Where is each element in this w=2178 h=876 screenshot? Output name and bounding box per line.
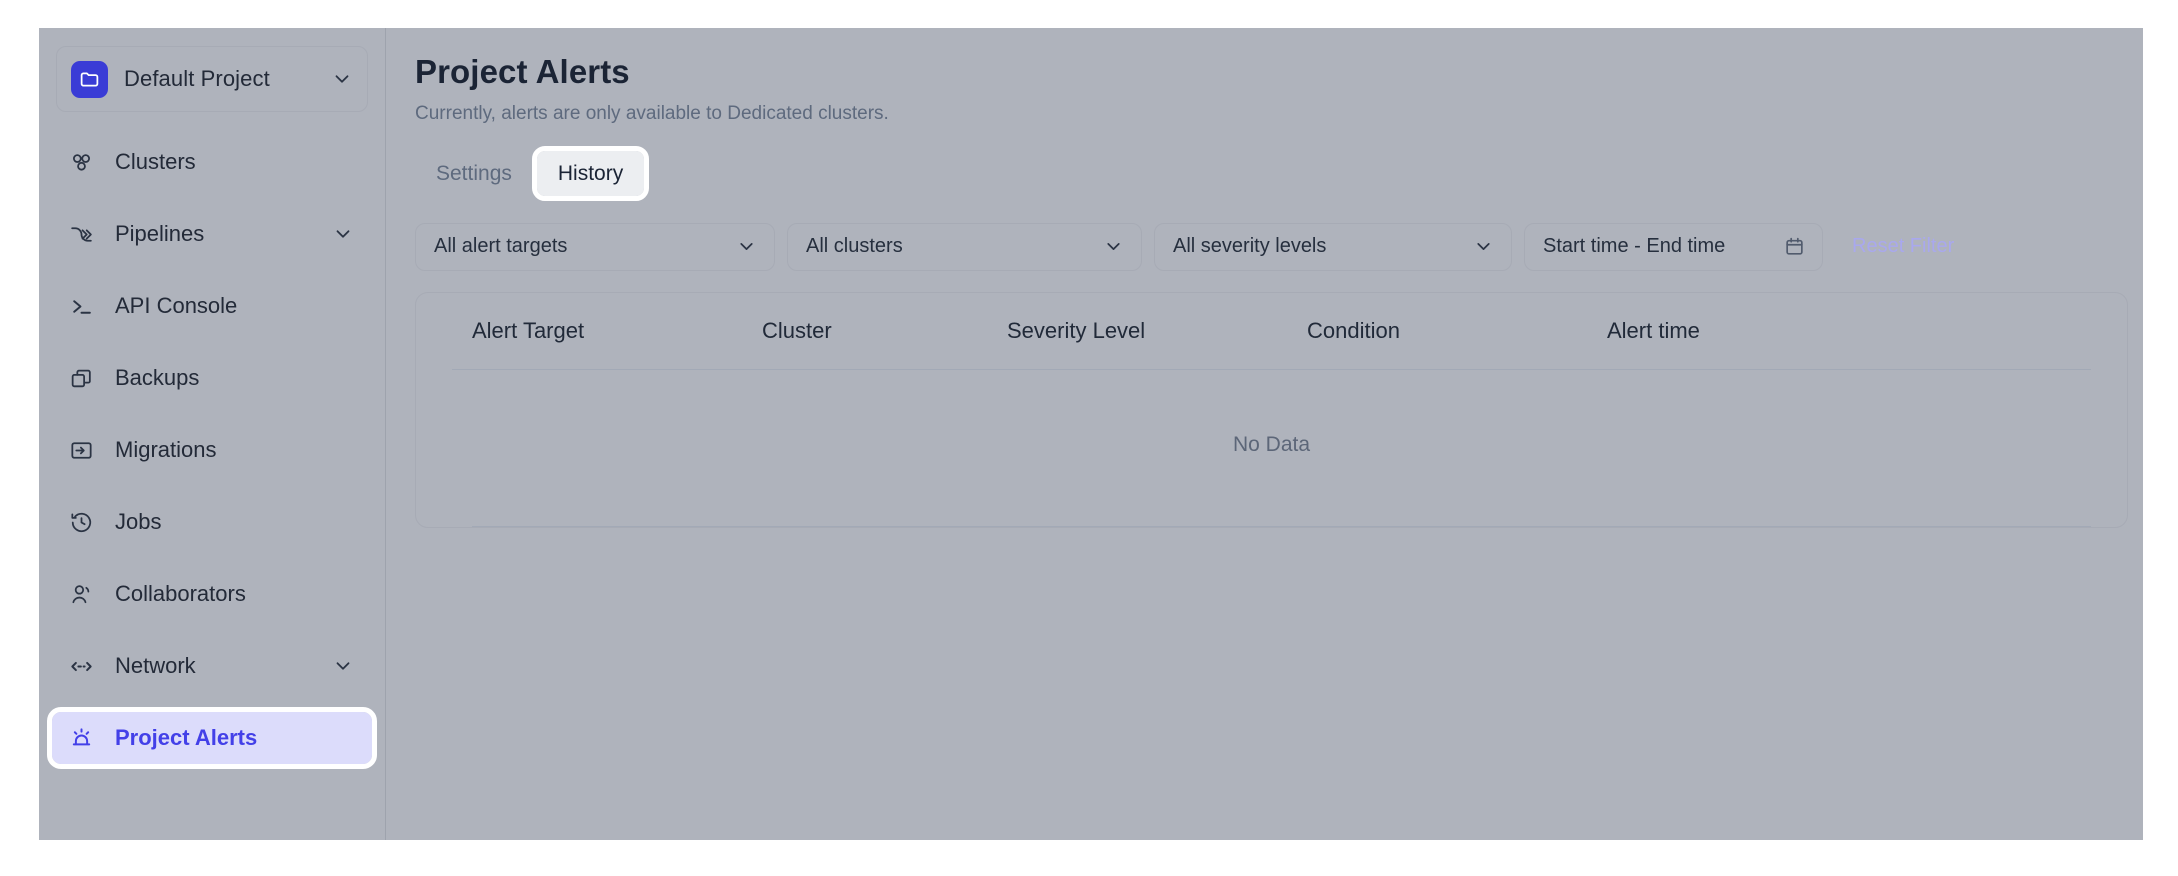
terminal-icon xyxy=(68,293,94,319)
sidebar-item-network[interactable]: Network xyxy=(52,640,372,692)
table-header-row: Alert Target Cluster Severity Level Cond… xyxy=(452,293,2091,370)
sidebar-item-label: Backups xyxy=(115,365,200,390)
sidebar-item-label: Project Alerts xyxy=(115,725,258,750)
filter-bar: All alert targets All clusters All sever… xyxy=(415,222,2125,271)
chevron-down-icon[interactable] xyxy=(331,68,353,90)
folder-icon xyxy=(71,60,108,98)
project-name: Default Project xyxy=(124,66,270,91)
user-icon xyxy=(68,581,94,607)
copy-icon xyxy=(68,365,94,391)
severity-level-select-value: All severity levels xyxy=(1173,235,1327,258)
sidebar-item-label: Jobs xyxy=(115,509,162,534)
reset-filter-button[interactable]: Reset Filter xyxy=(1852,235,1954,258)
column-header-severity-level: Severity Level xyxy=(1007,317,1146,343)
app-window: Default Project Clusters Pipelines API C… xyxy=(39,28,2143,840)
tab-label: History xyxy=(557,162,624,186)
sidebar-item-api-console[interactable]: API Console xyxy=(52,280,372,332)
page-title: Project Alerts xyxy=(415,53,630,90)
table-bottom-divider xyxy=(472,525,2091,527)
date-range-value: Start time - End time xyxy=(1543,235,1726,258)
column-header-condition: Condition xyxy=(1307,317,1400,343)
column-header-cluster: Cluster xyxy=(762,317,832,343)
page-subtitle: Currently, alerts are only available to … xyxy=(415,102,889,124)
chevron-down-icon[interactable] xyxy=(332,223,354,245)
pipelines-icon xyxy=(68,221,94,247)
chevron-down-icon[interactable] xyxy=(332,655,354,677)
migrations-icon xyxy=(68,437,94,463)
sidebar: Default Project Clusters Pipelines API C… xyxy=(39,28,386,840)
chevron-down-icon[interactable] xyxy=(736,236,757,257)
tab-history[interactable]: History xyxy=(531,146,650,202)
cluster-select[interactable]: All clusters xyxy=(787,222,1142,271)
tab-settings[interactable]: Settings xyxy=(415,151,533,196)
sidebar-item-label: Collaborators xyxy=(115,581,246,606)
tab-label: Settings xyxy=(436,162,512,186)
sidebar-item-collaborators[interactable]: Collaborators xyxy=(52,568,372,620)
severity-level-select[interactable]: All severity levels xyxy=(1154,222,1512,271)
sidebar-item-label: Clusters xyxy=(115,149,196,174)
sidebar-item-migrations[interactable]: Migrations xyxy=(52,424,372,476)
sidebar-item-label: API Console xyxy=(115,293,238,318)
project-switcher[interactable]: Default Project xyxy=(56,46,368,112)
sidebar-item-label: Network xyxy=(115,653,196,678)
calendar-icon[interactable] xyxy=(1784,236,1805,257)
sidebar-item-label: Pipelines xyxy=(115,221,205,246)
column-header-alert-target: Alert Target xyxy=(472,317,585,343)
alerts-table-card: Alert Target Cluster Severity Level Cond… xyxy=(415,291,2128,528)
sidebar-item-project-alerts[interactable]: Project Alerts xyxy=(47,707,377,769)
network-icon xyxy=(68,653,94,679)
sidebar-item-backups[interactable]: Backups xyxy=(52,352,372,404)
chevron-down-icon[interactable] xyxy=(1473,236,1494,257)
siren-alert-icon xyxy=(68,725,94,751)
tab-bar: Settings History xyxy=(415,146,2125,202)
sidebar-item-clusters[interactable]: Clusters xyxy=(52,136,372,188)
clusters-icon xyxy=(68,149,94,175)
table-body: No Data xyxy=(452,370,2091,527)
alert-target-select[interactable]: All alert targets xyxy=(415,222,775,271)
column-header-alert-time: Alert time xyxy=(1607,317,1700,343)
date-range-picker[interactable]: Start time - End time xyxy=(1524,222,1823,271)
sidebar-item-label: Migrations xyxy=(115,437,217,462)
sidebar-nav: Clusters Pipelines API Console Backups M… xyxy=(39,136,385,769)
history-clock-icon xyxy=(68,509,94,535)
empty-state-text: No Data xyxy=(1232,432,1311,456)
main-content: Project Alerts Currently, alerts are onl… xyxy=(386,28,2143,840)
sidebar-item-pipelines[interactable]: Pipelines xyxy=(52,208,372,260)
cluster-select-value: All clusters xyxy=(806,235,903,258)
sidebar-item-jobs[interactable]: Jobs xyxy=(52,496,372,548)
alert-target-select-value: All alert targets xyxy=(434,235,568,258)
chevron-down-icon[interactable] xyxy=(1103,236,1124,257)
